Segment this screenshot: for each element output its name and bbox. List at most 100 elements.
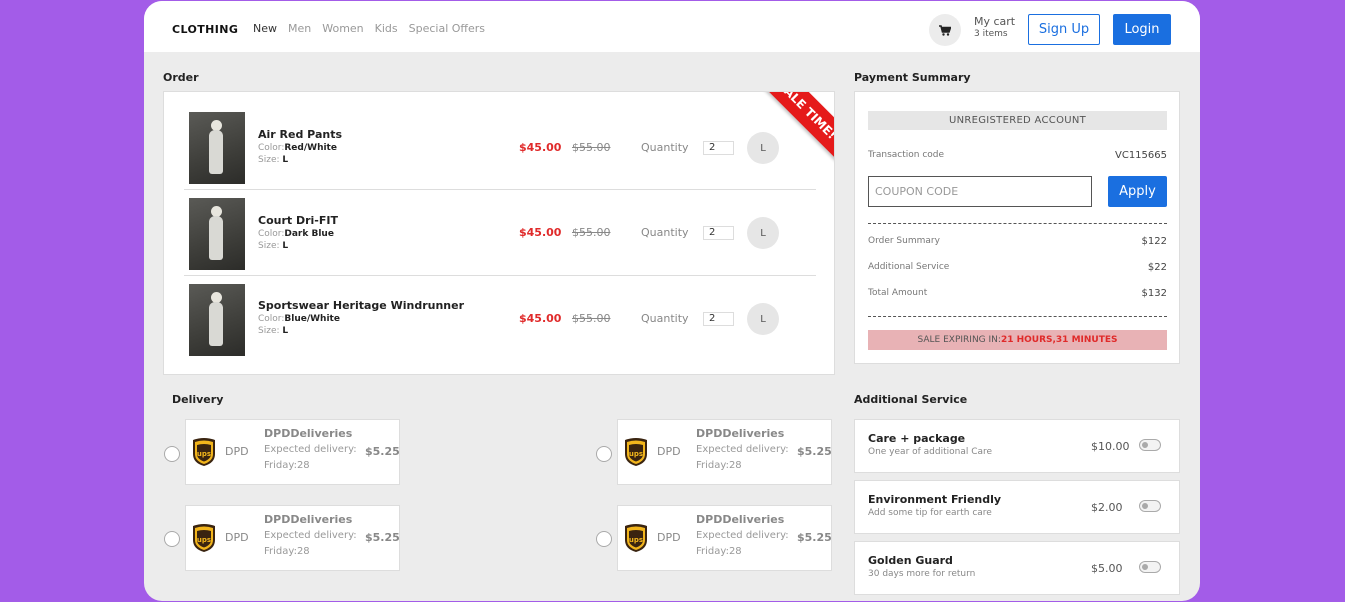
- quantity-label: Quantity: [641, 141, 689, 154]
- svg-text:ups: ups: [197, 536, 211, 544]
- sale-price: $45.00: [519, 226, 562, 239]
- brand-logo[interactable]: CLOTHING: [172, 23, 238, 36]
- delivery-radio[interactable]: [164, 446, 180, 462]
- delivery-radio[interactable]: [596, 446, 612, 462]
- divider: [868, 316, 1167, 317]
- quantity-label: Quantity: [641, 226, 689, 239]
- order-list: Air Red Pants Color:Red/White Size: L $4…: [163, 91, 835, 375]
- delivery-option[interactable]: ups DPD DPDDeliveries Expected delivery:…: [617, 419, 832, 485]
- ups-logo-icon: ups: [193, 524, 215, 552]
- additional-service-row: Additional Service $22: [868, 262, 1167, 273]
- carrier-label: DPD: [657, 445, 681, 458]
- delivery-eta: Expected delivery: Friday:28: [264, 444, 357, 471]
- total-row: Total Amount $132: [868, 288, 1167, 299]
- product-image: [189, 112, 245, 184]
- signup-button[interactable]: Sign Up: [1028, 14, 1100, 45]
- cart-label: My cart: [974, 15, 1016, 28]
- main-nav: New Men Women Kids Special Offers: [253, 22, 496, 35]
- product-size: Size: L: [258, 241, 289, 251]
- service-price: $10.00: [1091, 440, 1130, 453]
- total-label: Total Amount: [868, 288, 928, 298]
- delivery-radio[interactable]: [596, 531, 612, 547]
- order-summary-row: Order Summary $122: [868, 236, 1167, 247]
- delivery-name: DPDDeliveries: [696, 513, 785, 526]
- order-summary-value: $122: [1141, 236, 1167, 247]
- nav-men[interactable]: Men: [288, 22, 311, 35]
- nav-special-offers[interactable]: Special Offers: [409, 22, 485, 35]
- ups-logo-icon: ups: [625, 438, 647, 466]
- order-item: Air Red Pants Color:Red/White Size: L $4…: [184, 104, 816, 190]
- service-description: 30 days more for return: [868, 569, 976, 579]
- total-value: $132: [1141, 288, 1167, 299]
- original-price: $55.00: [572, 141, 611, 154]
- service-name: Care + package: [868, 432, 966, 445]
- svg-text:ups: ups: [629, 536, 643, 544]
- divider: [868, 223, 1167, 224]
- product-name: Air Red Pants: [258, 128, 342, 141]
- sale-countdown: SALE EXPIRING IN:21 HOURS,31 MINUTES: [868, 330, 1167, 350]
- size-selector[interactable]: L: [747, 132, 779, 164]
- svg-text:ups: ups: [629, 450, 643, 458]
- carrier-label: DPD: [225, 445, 249, 458]
- apply-coupon-button[interactable]: Apply: [1108, 176, 1167, 207]
- quantity-input[interactable]: 2: [703, 312, 734, 326]
- delivery-name: DPDDeliveries: [264, 513, 353, 526]
- delivery-name: DPDDeliveries: [696, 427, 785, 440]
- nav-women[interactable]: Women: [322, 22, 363, 35]
- carrier-label: DPD: [225, 531, 249, 544]
- size-selector[interactable]: L: [747, 217, 779, 249]
- additional-service-title: Additional Service: [854, 393, 968, 406]
- order-title: Order: [163, 71, 199, 84]
- service-name: Golden Guard: [868, 554, 953, 567]
- additional-service-label: Additional Service: [868, 262, 950, 272]
- product-name: Sportswear Heritage Windrunner: [258, 299, 465, 312]
- nav-kids[interactable]: Kids: [375, 22, 398, 35]
- transaction-code: VC115665: [1115, 150, 1167, 161]
- svg-text:ups: ups: [197, 450, 211, 458]
- account-status: UNREGISTERED ACCOUNT: [868, 111, 1167, 130]
- payment-title: Payment Summary: [854, 71, 971, 84]
- delivery-eta: Expected delivery: Friday:28: [264, 530, 357, 557]
- quantity-input[interactable]: 2: [703, 226, 734, 240]
- ups-logo-icon: ups: [193, 438, 215, 466]
- service-toggle[interactable]: [1139, 561, 1161, 573]
- coupon-input[interactable]: COUPON CODE: [868, 176, 1092, 207]
- carrier-label: DPD: [657, 531, 681, 544]
- cart-summary[interactable]: My cart 3 items: [974, 16, 1015, 40]
- delivery-option[interactable]: ups DPD DPDDeliveries Expected delivery:…: [185, 419, 400, 485]
- delivery-price: $5.25: [797, 445, 832, 458]
- transaction-label: Transaction code: [868, 150, 945, 160]
- product-image: [189, 198, 245, 270]
- service-description: Add some tip for earth care: [868, 508, 992, 518]
- delivery-name: DPDDeliveries: [264, 427, 353, 440]
- service-option: Care + package One year of additional Ca…: [854, 419, 1180, 473]
- product-name: Court Dri-FIT: [258, 214, 338, 227]
- delivery-title: Delivery: [172, 393, 224, 406]
- service-description: One year of additional Care: [868, 447, 993, 457]
- delivery-price: $5.25: [797, 531, 832, 544]
- original-price: $55.00: [572, 312, 611, 325]
- service-toggle[interactable]: [1139, 439, 1161, 451]
- login-button[interactable]: Login: [1113, 14, 1171, 45]
- cart-icon: [939, 24, 951, 36]
- payment-summary: UNREGISTERED ACCOUNT Transaction code VC…: [854, 91, 1180, 364]
- sale-price: $45.00: [519, 141, 562, 154]
- delivery-option[interactable]: ups DPD DPDDeliveries Expected delivery:…: [185, 505, 400, 571]
- product-size: Size: L: [258, 326, 289, 336]
- order-item: Sportswear Heritage Windrunner Color:Blu…: [184, 276, 816, 362]
- delivery-price: $5.25: [365, 531, 400, 544]
- cart-button[interactable]: [929, 14, 961, 46]
- service-toggle[interactable]: [1139, 500, 1161, 512]
- quantity-input[interactable]: 2: [703, 141, 734, 155]
- size-selector[interactable]: L: [747, 303, 779, 335]
- ups-logo-icon: ups: [625, 524, 647, 552]
- service-option: Environment Friendly Add some tip for ea…: [854, 480, 1180, 534]
- product-image: [189, 284, 245, 356]
- nav-new[interactable]: New: [253, 22, 277, 35]
- quantity-label: Quantity: [641, 312, 689, 325]
- delivery-radio[interactable]: [164, 531, 180, 547]
- product-color: Color:Red/White: [258, 143, 337, 153]
- transaction-row: Transaction code VC115665: [868, 150, 1167, 161]
- service-price: $5.00: [1091, 562, 1123, 575]
- delivery-option[interactable]: ups DPD DPDDeliveries Expected delivery:…: [617, 505, 832, 571]
